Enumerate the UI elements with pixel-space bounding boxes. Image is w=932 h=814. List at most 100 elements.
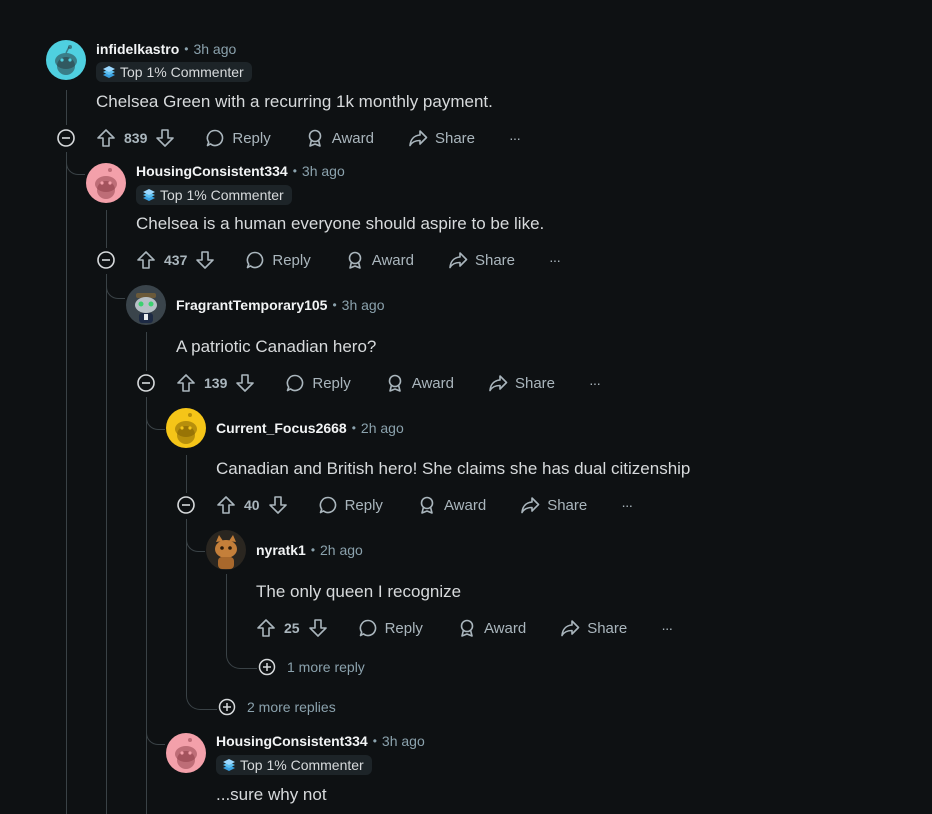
- avatar[interactable]: [46, 40, 86, 80]
- share-button[interactable]: Share: [560, 618, 627, 638]
- avatar[interactable]: [166, 408, 206, 448]
- share-button[interactable]: Share: [448, 250, 515, 270]
- comment-text: Canadian and British hero! She claims sh…: [216, 459, 691, 478]
- comment-actions: 437 Reply Award Share ···: [136, 248, 561, 272]
- upvote-icon[interactable]: [176, 373, 196, 393]
- share-button[interactable]: Share: [488, 373, 555, 393]
- share-button[interactable]: Share: [520, 495, 587, 515]
- thread-line-1: [66, 90, 67, 125]
- timestamp: 3h ago: [381, 733, 425, 749]
- upvote-icon[interactable]: [136, 250, 156, 270]
- thread-branch: [66, 160, 85, 175]
- award-label: Award: [371, 251, 414, 269]
- collapse-thread-button[interactable]: [96, 250, 116, 270]
- expand-plus-icon: [218, 698, 236, 716]
- award-button[interactable]: Award: [345, 250, 414, 270]
- snoo-avatar-icon: [95, 168, 117, 199]
- award-icon: [348, 251, 362, 269]
- award-icon: [460, 619, 474, 637]
- award-label: Award: [411, 374, 454, 392]
- more-replies-label: 1 more reply: [287, 659, 365, 675]
- thread-line-4: [186, 455, 187, 493]
- overflow-menu-button[interactable]: ···: [621, 497, 633, 513]
- overflow-menu-button[interactable]: ···: [509, 130, 521, 146]
- reply-label: Reply: [312, 374, 351, 392]
- downvote-icon[interactable]: [268, 495, 288, 515]
- downvote-icon[interactable]: [235, 373, 255, 393]
- comment-meta: HousingConsistent334 • 3h ago: [136, 163, 345, 179]
- share-icon: [489, 375, 508, 392]
- share-icon: [449, 252, 468, 269]
- share-icon: [521, 497, 540, 514]
- thread-branch: [186, 695, 217, 710]
- timestamp: 3h ago: [301, 163, 345, 179]
- reply-button[interactable]: Reply: [318, 495, 383, 515]
- avatar[interactable]: [126, 285, 166, 325]
- downvote-icon[interactable]: [308, 618, 328, 638]
- separator-dot: •: [184, 42, 189, 56]
- collapse-thread-button[interactable]: [136, 373, 156, 393]
- avatar[interactable]: [206, 530, 246, 570]
- overflow-menu-button[interactable]: ···: [549, 252, 561, 268]
- downvote-icon[interactable]: [155, 128, 175, 148]
- separator-dot: •: [372, 734, 377, 748]
- comment-meta: Current_Focus2668 • 2h ago: [216, 420, 404, 436]
- separator-dot: •: [292, 164, 297, 178]
- vote-count: 40: [244, 497, 260, 513]
- award-button[interactable]: Award: [457, 618, 526, 638]
- award-button[interactable]: Award: [385, 373, 454, 393]
- comment-text: A patriotic Canadian hero?: [176, 337, 377, 356]
- avatar[interactable]: [166, 733, 206, 773]
- username[interactable]: HousingConsistent334: [216, 733, 368, 749]
- comment-bubble-icon: [206, 129, 224, 147]
- award-icon: [420, 496, 434, 514]
- username[interactable]: HousingConsistent334: [136, 163, 288, 179]
- badge-icon: [143, 189, 155, 201]
- upvote-icon[interactable]: [216, 495, 236, 515]
- overflow-menu-button[interactable]: ···: [661, 620, 673, 636]
- share-label: Share: [547, 496, 588, 514]
- collapse-icon: [177, 496, 195, 514]
- reply-button[interactable]: Reply: [205, 128, 271, 148]
- reply-button[interactable]: Reply: [285, 373, 351, 393]
- reply-button[interactable]: Reply: [358, 618, 423, 638]
- thread-line-3: [146, 332, 147, 371]
- timestamp: 2h ago: [360, 420, 404, 436]
- timestamp: 3h ago: [193, 41, 237, 57]
- thread-branch: [146, 415, 165, 430]
- award-label: Award: [483, 619, 527, 637]
- downvote-icon[interactable]: [195, 250, 215, 270]
- reply-button[interactable]: Reply: [245, 250, 311, 270]
- username[interactable]: Current_Focus2668: [216, 420, 347, 436]
- collapse-thread-button[interactable]: [56, 128, 76, 148]
- comment-bubble-icon: [319, 496, 336, 514]
- vote-count: 25: [284, 620, 300, 636]
- thread-line-3b: [146, 397, 147, 814]
- reply-label: Reply: [232, 129, 271, 147]
- avatar[interactable]: [86, 163, 126, 203]
- collapse-thread-button[interactable]: [176, 495, 196, 515]
- snoo-avatar-icon: [55, 45, 77, 75]
- thread-line-2: [106, 210, 107, 248]
- share-button[interactable]: Share: [408, 128, 475, 148]
- reply-label: Reply: [344, 496, 383, 514]
- comment-actions: 25 Reply Award Share ···: [256, 616, 673, 640]
- username[interactable]: infidelkastro: [96, 41, 179, 57]
- upvote-icon[interactable]: [256, 618, 276, 638]
- award-button[interactable]: Award: [417, 495, 486, 515]
- more-replies-button[interactable]: 1 more reply: [258, 658, 365, 676]
- overflow-menu-button[interactable]: ···: [589, 375, 601, 391]
- username[interactable]: FragrantTemporary105: [176, 297, 327, 313]
- more-replies-button[interactable]: 2 more replies: [218, 698, 336, 716]
- collapse-icon: [57, 129, 75, 147]
- username[interactable]: nyratk1: [256, 542, 306, 558]
- thread-line-2b: [106, 274, 107, 814]
- upvote-icon[interactable]: [96, 128, 116, 148]
- robot-avatar-icon: [135, 293, 157, 323]
- thread-branch: [106, 284, 125, 299]
- share-label: Share: [514, 374, 555, 392]
- award-button[interactable]: Award: [305, 128, 374, 148]
- comment-text: The only queen I recognize: [256, 582, 462, 601]
- badge-icon: [223, 759, 235, 771]
- snoo-avatar-icon: [175, 413, 197, 444]
